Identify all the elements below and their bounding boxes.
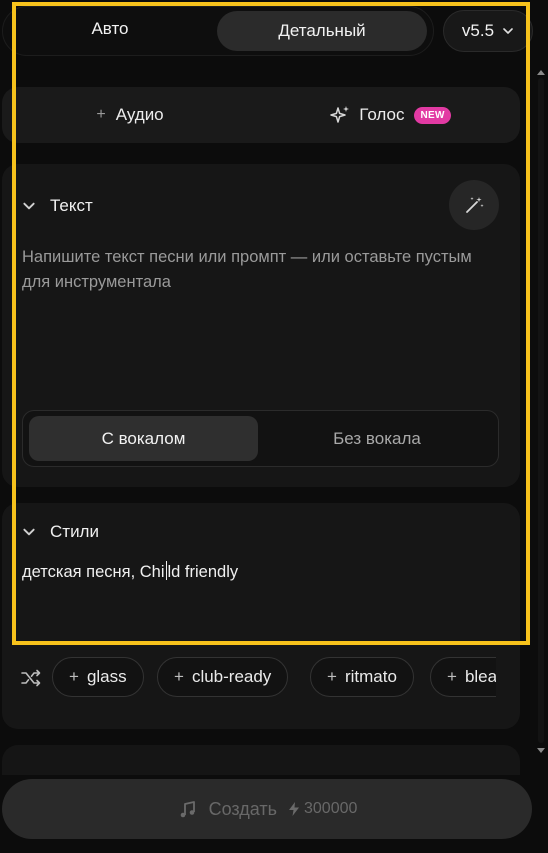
styles-title: Стили [50, 522, 99, 541]
lightning-icon [289, 802, 299, 816]
plus-icon: + [96, 106, 106, 123]
chevron-down-icon [23, 528, 35, 536]
instrumental-option[interactable]: Без вокала [262, 416, 492, 461]
plus-icon: + [447, 667, 457, 686]
tab-auto[interactable]: Авто [20, 8, 200, 50]
add-audio-button[interactable]: + Аудио [20, 92, 240, 138]
generate-lyrics-button[interactable] [449, 180, 499, 230]
chevron-down-icon [503, 28, 513, 34]
collapsed-panel [2, 745, 520, 775]
tag-label: bleak [464, 667, 496, 686]
styles-section-toggle[interactable]: Стили [22, 517, 99, 547]
plus-icon: + [69, 667, 79, 686]
credits-indicator: 300000 [287, 800, 357, 818]
shuffle-icon[interactable] [20, 667, 42, 689]
music-note-icon [180, 801, 195, 818]
style-tag-bleak[interactable]: + bleak [430, 657, 496, 697]
style-tag-club-ready[interactable]: + club-ready [157, 657, 289, 697]
style-tags-row: + glass + club-ready + ritmato + bleak [20, 657, 496, 699]
scroll-down-arrow-icon[interactable] [536, 745, 546, 755]
styles-value-end: ld friendly [167, 563, 239, 581]
text-caret [165, 561, 167, 580]
style-tag-glass[interactable]: + glass [52, 657, 144, 697]
tab-detailed[interactable]: Детальный [217, 11, 427, 51]
version-select[interactable]: v5.5 [443, 10, 533, 52]
plus-icon: + [174, 667, 184, 686]
lyrics-section-toggle[interactable]: Текст [22, 190, 93, 222]
lyrics-textarea[interactable]: Напишите текст песни или промпт — или ос… [22, 245, 492, 295]
lyrics-title: Текст [50, 196, 93, 215]
with-vocals-option[interactable]: С вокалом [29, 416, 258, 461]
tag-label: club-ready [191, 667, 272, 686]
create-button[interactable]: Создать 300000 [2, 779, 532, 839]
style-tag-ritmato[interactable]: + ritmato [310, 657, 414, 697]
audio-label: Аудио [115, 105, 164, 124]
version-label: v5.5 [461, 21, 495, 40]
plus-icon: + [327, 667, 337, 686]
scroll-up-arrow-icon[interactable] [536, 68, 546, 78]
tag-label: glass [86, 667, 127, 686]
styles-value-start: детская песня, Chi [22, 563, 165, 581]
styles-input[interactable]: детская песня, Chi ld friendly [22, 561, 492, 582]
scrollbar-track[interactable] [538, 78, 544, 743]
voice-label: Голос [359, 105, 405, 124]
sparkle-voice-icon [330, 106, 350, 123]
new-badge: NEW [414, 106, 451, 124]
chevron-down-icon [23, 202, 35, 210]
magic-wand-icon [466, 197, 484, 213]
voice-button[interactable]: Голос NEW [290, 92, 490, 138]
tag-label: ritmato [344, 667, 397, 686]
credits-value: 300000 [304, 800, 358, 817]
create-label: Создать [208, 798, 277, 819]
